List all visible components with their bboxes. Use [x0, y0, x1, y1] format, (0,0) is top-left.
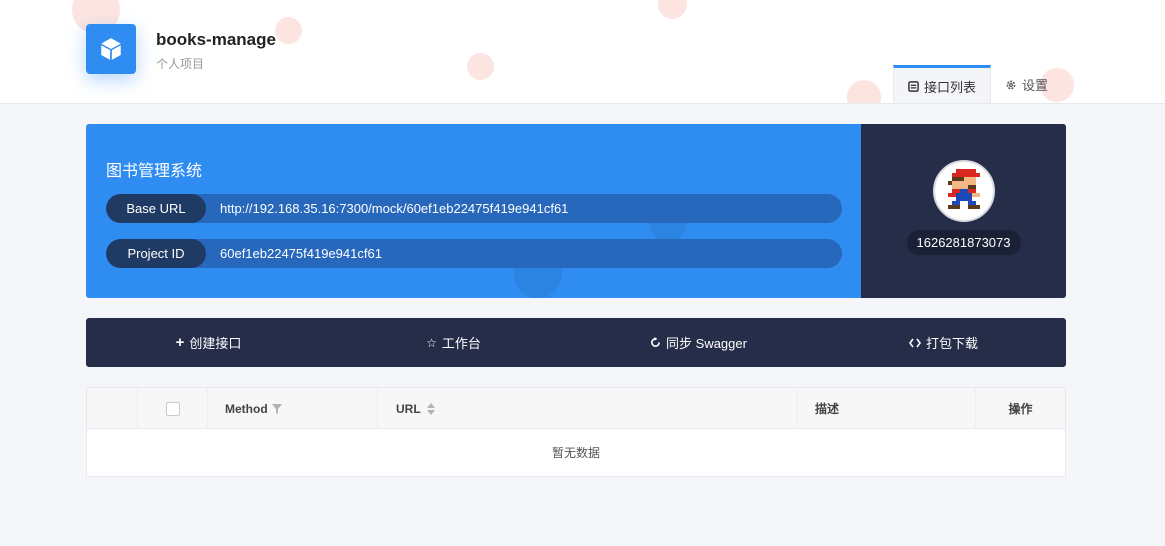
sync-swagger-label: 同步 Swagger [666, 336, 747, 351]
project-logo [86, 24, 136, 74]
workbench-label: 工作台 [441, 336, 481, 351]
api-table: Method URL 描述 操作 暂无数据 [86, 387, 1066, 477]
select-all-checkbox[interactable] [165, 401, 180, 416]
star-icon: ☆ [426, 335, 437, 350]
column-description-label: 描述 [815, 402, 840, 416]
project-id-row: Project ID 60ef1eb22475f419e941cf61 [106, 239, 842, 268]
column-actions-label: 操作 [1008, 402, 1033, 416]
column-actions: 操作 [976, 388, 1065, 429]
decorative-bubble [847, 80, 881, 103]
avatar[interactable] [932, 160, 995, 222]
project-id-label: Project ID [106, 239, 206, 268]
tab-settings[interactable]: 设置 [991, 65, 1062, 103]
project-description: 图书管理系统 [106, 163, 203, 180]
sync-icon [651, 337, 661, 347]
tab-api-list-label: 接口列表 [924, 79, 977, 95]
base-url-value[interactable]: http://192.168.35.16:7300/mock/60ef1eb22… [206, 201, 568, 216]
create-api-button[interactable]: + 创建接口 [86, 318, 331, 367]
download-package-button[interactable]: 打包下载 [821, 318, 1066, 367]
select-column-header [138, 388, 208, 429]
column-url-label: URL [396, 401, 421, 416]
action-toolbar: + 创建接口 ☆ 工作台 同步 Swagger 打包下载 [86, 318, 1066, 367]
project-info-card: 图书管理系统 Base URL http://192.168.35.16:730… [86, 124, 1066, 298]
project-header: books-manage 个人项目 接口列表 设置 [0, 0, 1165, 104]
cube-icon [101, 38, 121, 60]
plus-icon: + [175, 334, 185, 351]
empty-state: 暂无数据 [551, 446, 600, 460]
owner-user-id: 1626281873073 [906, 230, 1021, 255]
base-url-label: Base URL [106, 194, 206, 223]
column-method[interactable]: Method [208, 388, 378, 429]
download-package-label: 打包下载 [925, 336, 978, 351]
project-id-value[interactable]: 60ef1eb22475f419e941cf61 [206, 246, 382, 261]
filter-icon[interactable] [271, 403, 282, 414]
project-type: 个人项目 [156, 57, 205, 71]
code-icon [908, 338, 921, 347]
decorative-bubble [467, 53, 494, 80]
column-description: 描述 [798, 388, 976, 429]
project-tabs: 接口列表 设置 [893, 65, 1062, 103]
pixel-avatar-icon [947, 169, 980, 209]
decorative-bubble [275, 17, 302, 44]
base-url-row: Base URL http://192.168.35.16:7300/mock/… [106, 194, 842, 223]
project-title: books-manage [156, 30, 276, 49]
owner-panel: 1626281873073 [861, 124, 1066, 298]
decorative-bubble [658, 0, 687, 19]
workbench-button[interactable]: ☆ 工作台 [331, 318, 576, 367]
list-icon [908, 80, 919, 92]
tab-settings-label: 设置 [1022, 78, 1049, 93]
expand-column-header [87, 388, 138, 429]
column-url[interactable]: URL [378, 388, 798, 429]
sort-icon[interactable] [426, 402, 435, 415]
tab-api-list[interactable]: 接口列表 [893, 65, 992, 103]
create-api-label: 创建接口 [189, 336, 242, 351]
gear-icon [1006, 80, 1016, 89]
sync-swagger-button[interactable]: 同步 Swagger [576, 318, 821, 367]
column-method-label: Method [225, 401, 268, 416]
table-header: Method URL 描述 操作 [87, 388, 1065, 429]
